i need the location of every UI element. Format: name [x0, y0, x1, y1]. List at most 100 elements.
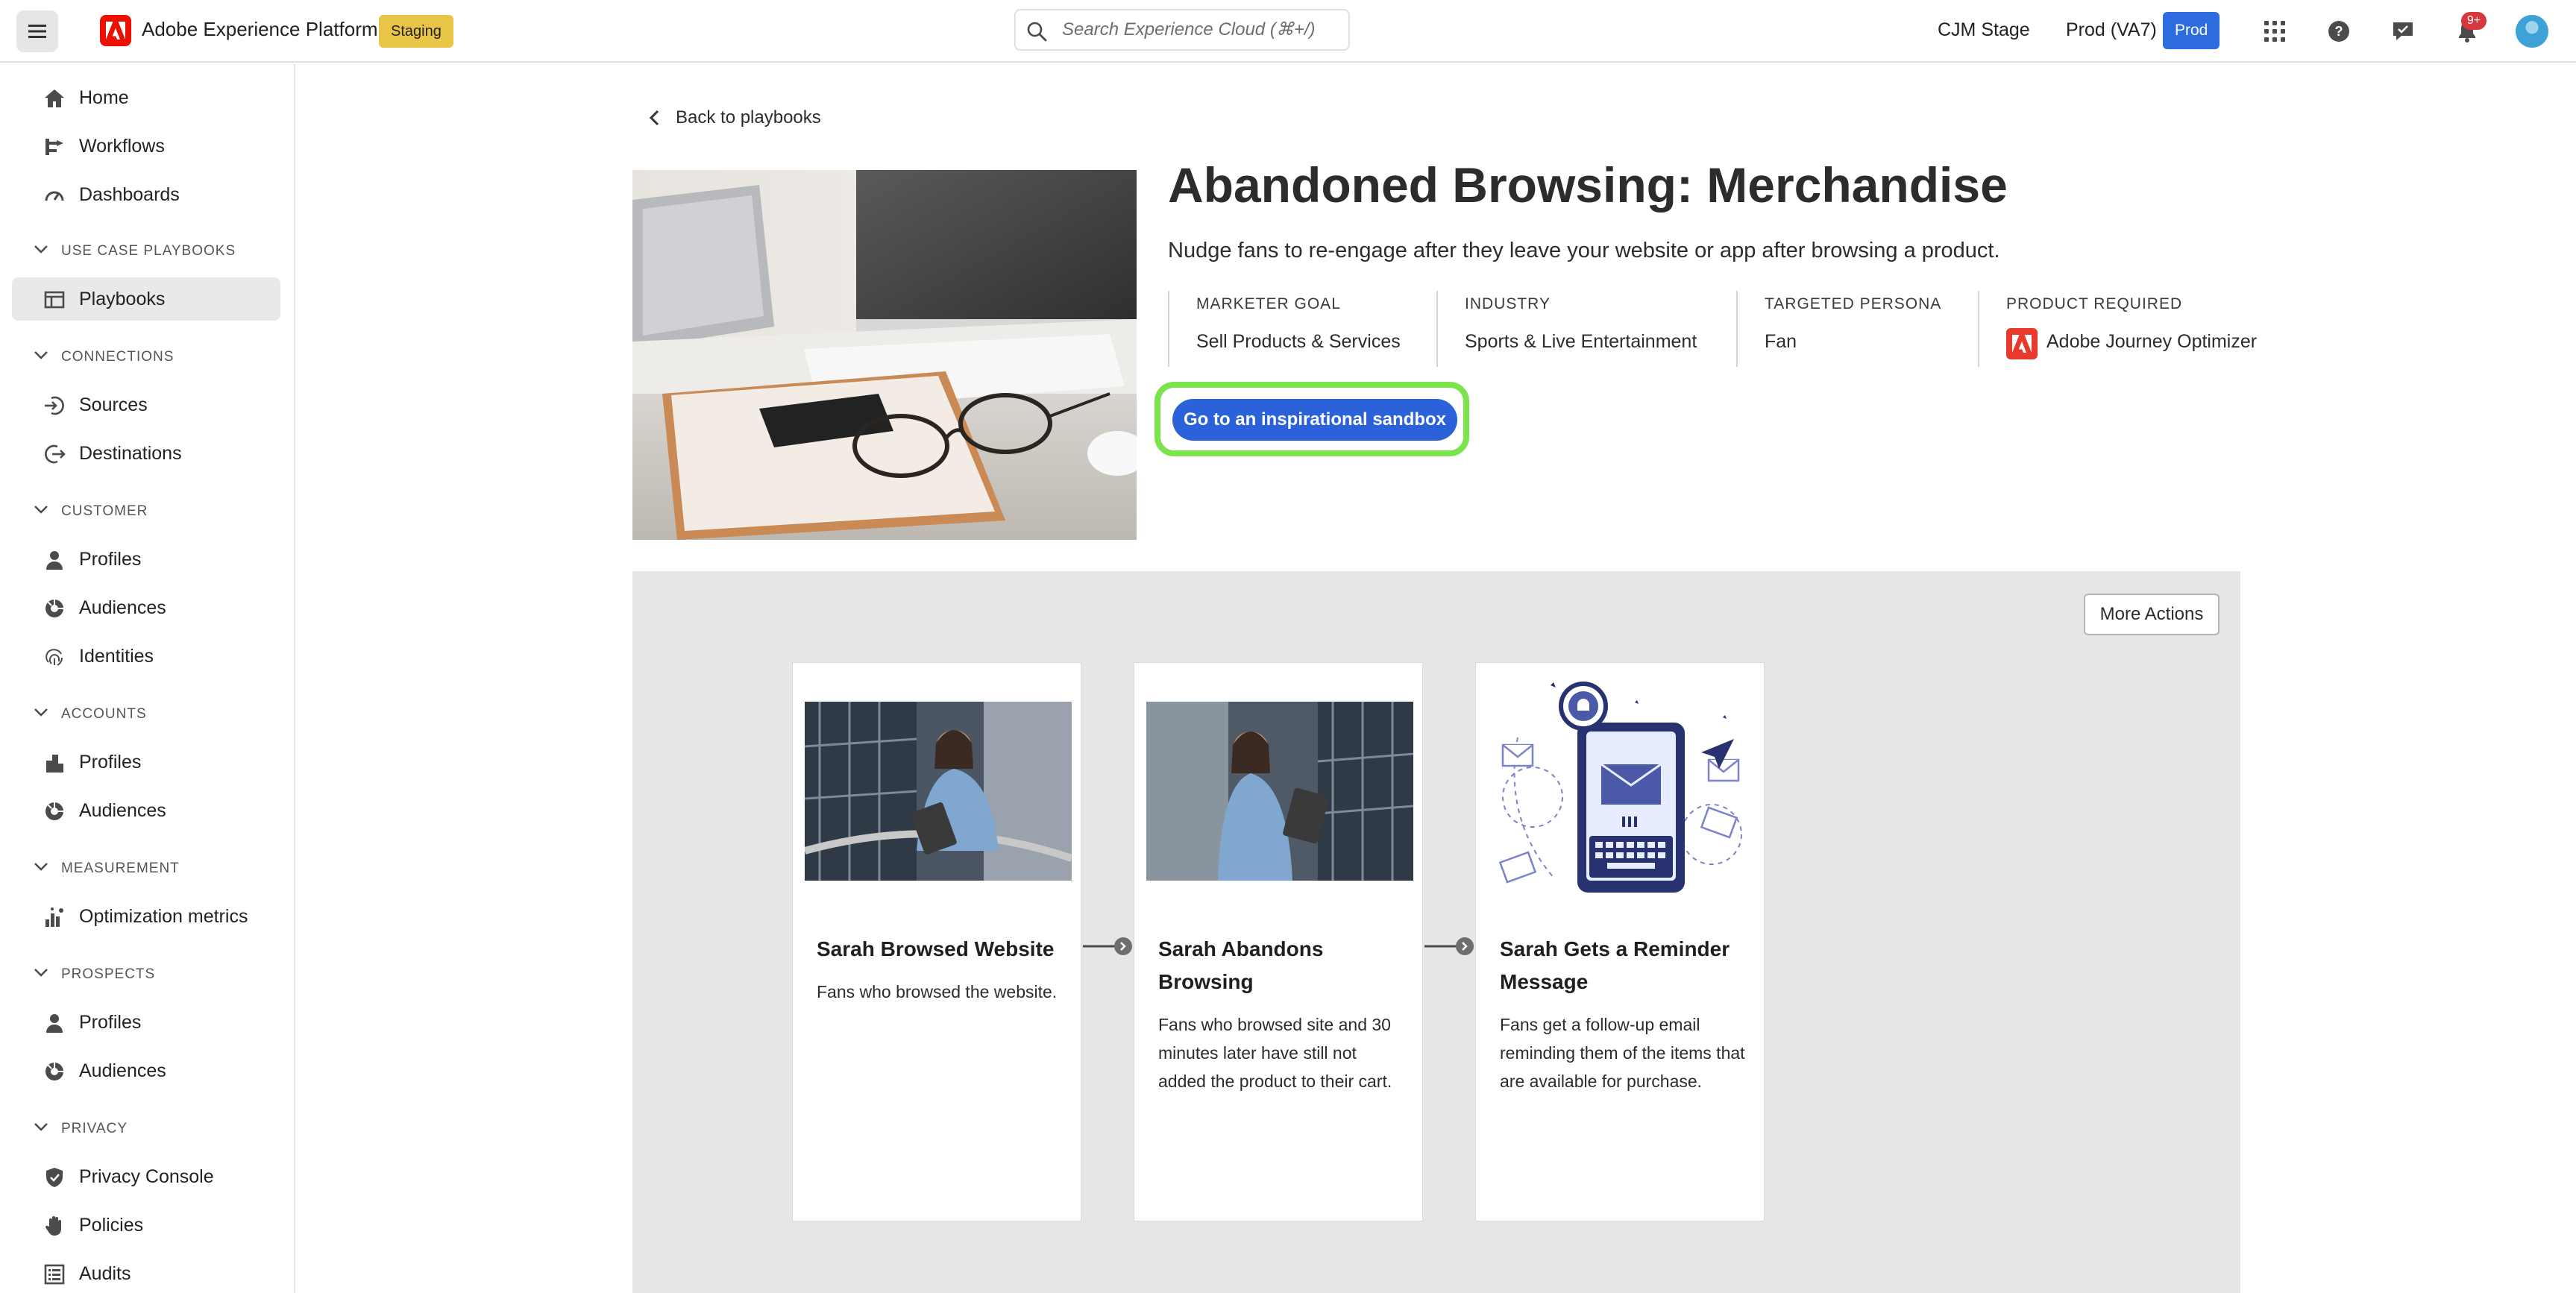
nav-item-identities[interactable]: Identities: [12, 635, 280, 678]
nav-item-label: Identities: [79, 646, 154, 667]
chevron-down-icon: [34, 863, 48, 871]
nav-item-label: Destinations: [79, 443, 182, 464]
more-actions-button[interactable]: More Actions: [2084, 594, 2220, 635]
apps-grid-icon: [2264, 21, 2285, 42]
fingerprint-icon: [45, 649, 63, 666]
step-title: Sarah Browsed Website: [817, 937, 1055, 960]
nav-item-label: Home: [79, 87, 129, 108]
nav-item-label: Profiles: [79, 1012, 142, 1033]
environment-badge: Staging: [379, 15, 453, 48]
chevron-down-icon: [34, 245, 48, 254]
chevron-down-icon: [34, 506, 48, 514]
feedback-button[interactable]: [2387, 15, 2419, 48]
sources-icon: [45, 396, 64, 415]
nav-item-audits[interactable]: Audits: [12, 1252, 280, 1293]
dashboard-icon: [45, 191, 64, 201]
nav-item-sources[interactable]: Sources: [12, 383, 280, 427]
nav-item-prospect-audiences[interactable]: Audiences: [12, 1049, 280, 1092]
cta-highlight: Go to an inspirational sandbox: [1155, 382, 1469, 456]
journey-canvas: More Actions Sarah Browsed Website Fans …: [632, 571, 2240, 1293]
chevron-down-icon: [34, 351, 48, 359]
step-title: Sarah Gets a Reminder Message: [1500, 937, 1730, 993]
nav-item-prospect-profiles[interactable]: Profiles: [12, 1001, 280, 1044]
chevron-down-icon: [34, 708, 48, 717]
journey-step-card[interactable]: Sarah Browsed Website Fans who browsed t…: [792, 662, 1081, 1221]
shield-icon: [46, 1168, 63, 1187]
search-icon: [1027, 22, 1047, 42]
nav-item-home[interactable]: Home: [12, 76, 280, 119]
nav-item-label: Profiles: [79, 549, 142, 570]
nav-item-label: Privacy Console: [79, 1166, 214, 1187]
nav-item-workflows[interactable]: Workflows: [12, 125, 280, 168]
nav-item-label: Policies: [79, 1215, 144, 1236]
meta-industry: INDUSTRY Sports & Live Entertainment: [1436, 291, 1738, 367]
help-icon: ?: [2328, 21, 2349, 42]
nav-item-label: Audiences: [79, 800, 166, 821]
notification-count-badge: 9+: [2461, 12, 2487, 30]
nav-item-account-audiences[interactable]: Audiences: [12, 789, 280, 832]
step-description: Fans who browsed the website.: [817, 982, 1058, 1001]
nav-item-label: Playbooks: [79, 289, 166, 309]
search-input[interactable]: [1062, 16, 1338, 43]
page-title: Abandoned Browsing: Merchandise: [1168, 157, 2008, 213]
step-description: Fans who browsed site and 30 minutes lat…: [1158, 1015, 1392, 1091]
home-icon: [45, 89, 64, 107]
journey-step-card[interactable]: Sarah Abandons Browsing Fans who browsed…: [1134, 662, 1423, 1221]
meta-marketer-goal: MARKETER GOAL Sell Products & Services: [1168, 291, 1438, 367]
workflows-icon: [45, 139, 63, 155]
nav-item-dashboards[interactable]: Dashboards: [12, 173, 280, 216]
nav-item-policies[interactable]: Policies: [12, 1204, 280, 1247]
destinations-icon: [45, 444, 66, 464]
sandbox-type-badge: Prod: [2163, 12, 2220, 49]
playbook-hero-image: [632, 170, 1137, 540]
nav-item-destinations[interactable]: Destinations: [12, 432, 280, 475]
sandbox-switcher[interactable]: Prod (VA7): [2066, 19, 2157, 41]
nav-item-label: Sources: [79, 394, 148, 415]
chevron-down-icon: [34, 969, 48, 977]
nav-item-label: Profiles: [79, 752, 142, 773]
hand-icon: [45, 1216, 61, 1236]
svg-text:?: ?: [2335, 24, 2343, 39]
org-switcher[interactable]: CJM Stage: [1938, 19, 2030, 41]
journey-step-card[interactable]: Sarah Gets a Reminder Message Fans get a…: [1475, 662, 1765, 1221]
help-button[interactable]: ?: [2322, 15, 2355, 48]
menu-icon: [28, 25, 46, 38]
chevron-down-icon: [34, 1123, 48, 1131]
user-icon: [46, 551, 63, 570]
app-title[interactable]: Adobe Experience Platform: [142, 18, 378, 41]
step-image-woman-on-phone: [1146, 702, 1413, 881]
step-connector-arrow: [1424, 937, 1474, 955]
inspirational-sandbox-button[interactable]: Go to an inspirational sandbox: [1172, 399, 1457, 441]
left-nav: Home Workflows Dashboards USE CASE PLAYB…: [0, 64, 295, 1293]
step-description: Fans get a follow-up email reminding the…: [1500, 1015, 1745, 1091]
user-avatar[interactable]: [2516, 15, 2548, 48]
hamburger-menu-button[interactable]: [16, 10, 58, 52]
building-icon: [46, 755, 63, 773]
nav-item-customer-profiles[interactable]: Profiles: [12, 538, 280, 581]
meta-product-required: PRODUCT REQUIRED Adobe Journey Optimizer: [1978, 291, 2261, 367]
audiences-icon: [45, 600, 63, 617]
adobe-logo-icon[interactable]: [100, 15, 131, 46]
journey-optimizer-logo-icon: [2006, 328, 2038, 359]
nav-item-optimization-metrics[interactable]: Optimization metrics: [12, 895, 280, 938]
step-image-phone-email-illustration: [1488, 670, 1755, 894]
nav-item-privacy-console[interactable]: Privacy Console: [12, 1155, 280, 1198]
apps-grid-button[interactable]: [2258, 15, 2291, 48]
page-description: Nudge fans to re-engage after they leave…: [1168, 239, 2000, 262]
nav-item-label: Dashboards: [79, 184, 180, 205]
meta-targeted-persona: TARGETED PERSONA Fan: [1736, 291, 1979, 367]
metrics-icon: [45, 907, 63, 927]
nav-item-playbooks[interactable]: Playbooks: [12, 277, 280, 321]
global-search[interactable]: [1014, 9, 1350, 51]
user-icon: [46, 1014, 63, 1033]
nav-item-label: Workflows: [79, 136, 165, 157]
feedback-icon: [2393, 22, 2413, 40]
playbooks-icon: [44, 291, 65, 309]
nav-item-label: Audiences: [79, 597, 166, 618]
step-title: Sarah Abandons Browsing: [1158, 937, 1324, 993]
nav-item-label: Optimization metrics: [79, 906, 248, 927]
nav-item-customer-audiences[interactable]: Audiences: [12, 586, 280, 629]
nav-item-account-profiles[interactable]: Profiles: [12, 740, 280, 784]
audiences-icon: [45, 802, 63, 820]
step-connector-arrow: [1083, 937, 1132, 955]
